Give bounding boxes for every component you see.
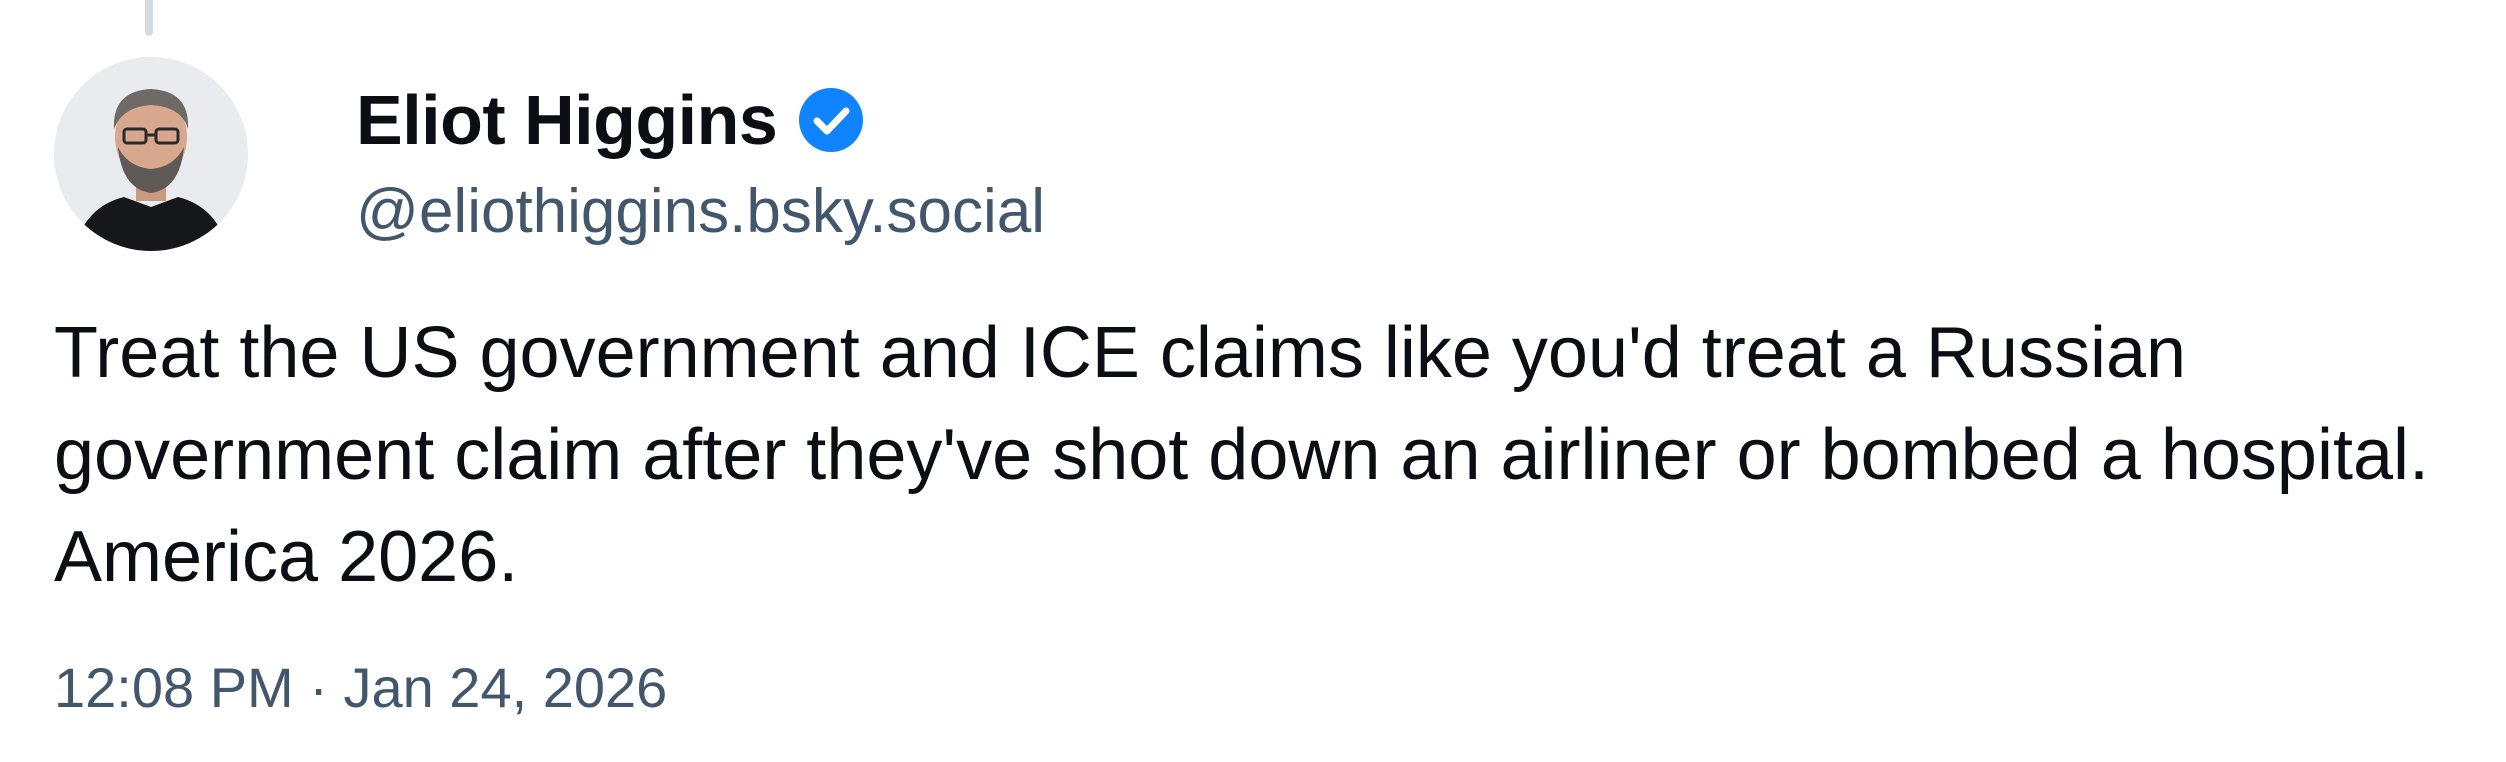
author-handle[interactable]: @eliothiggins.bsky.social	[356, 181, 1045, 243]
post-text: Treat the US government and ICE claims l…	[54, 313, 2430, 597]
avatar-photo	[54, 57, 248, 251]
verified-check-icon[interactable]	[799, 88, 864, 152]
post-header: Eliot Higgins @eliothiggins.bsky.social	[54, 54, 1045, 254]
author-display-name[interactable]: Eliot Higgins	[356, 85, 778, 155]
thread-connector-line	[145, 0, 153, 36]
post-timestamp[interactable]: 12:08 PM · Jan 24, 2026	[54, 660, 667, 716]
author-names: Eliot Higgins @eliothiggins.bsky.social	[356, 65, 1045, 243]
name-row: Eliot Higgins	[356, 65, 1045, 175]
author-avatar[interactable]	[54, 57, 248, 251]
